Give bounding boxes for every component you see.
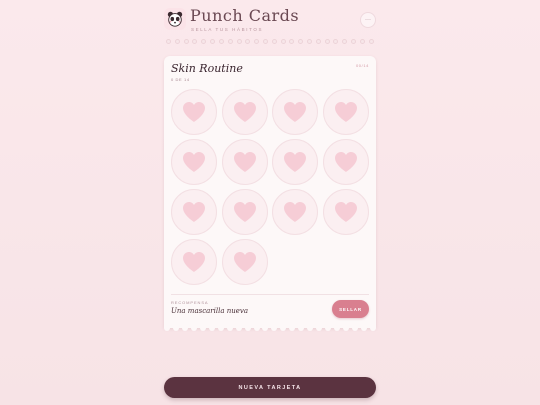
card-stamp-count: 0 DE 14 xyxy=(171,77,190,82)
decorative-dot xyxy=(210,39,216,44)
heart-icon xyxy=(334,152,357,172)
app-header: Punch Cards SELLA TUS HÁBITOS ··· xyxy=(164,6,376,38)
decorative-dot xyxy=(271,39,277,44)
stamp-slot[interactable] xyxy=(221,239,268,285)
scallop-bump xyxy=(360,327,367,331)
stamp-slot[interactable] xyxy=(322,139,369,185)
stamp-button[interactable]: SELLAR xyxy=(332,300,369,318)
new-card-button[interactable]: NUEVA TARJETA xyxy=(164,377,376,398)
decorative-dot xyxy=(333,39,339,44)
stamp-slot[interactable] xyxy=(171,89,217,135)
decorative-dot xyxy=(227,39,233,44)
stamp-grid xyxy=(171,89,369,285)
heart-icon xyxy=(183,252,205,272)
decorative-dot xyxy=(245,39,251,44)
heart-icon xyxy=(233,152,256,172)
heart-icon xyxy=(284,202,306,222)
stamp-slot[interactable] xyxy=(272,189,318,235)
scallop-bump xyxy=(271,327,278,331)
scallop-bump xyxy=(235,327,242,331)
stamp-slot[interactable] xyxy=(272,89,318,135)
app-subtitle: SELLA TUS HÁBITOS xyxy=(191,27,264,32)
decorative-dot xyxy=(262,39,268,44)
scallop-bump xyxy=(172,327,179,331)
heart-icon xyxy=(233,102,256,122)
stamp-slot[interactable] xyxy=(171,239,217,285)
decorative-dot xyxy=(183,39,189,44)
scallop-bump xyxy=(164,327,170,331)
stamp-slot[interactable] xyxy=(322,89,369,135)
scallop-bump xyxy=(316,327,323,331)
stamp-slot[interactable] xyxy=(221,139,268,185)
decorative-dot xyxy=(192,39,198,44)
reward-label: RECOMPENSA xyxy=(171,300,209,305)
decorative-dot xyxy=(351,39,357,44)
decorative-dot xyxy=(201,39,207,44)
heart-icon xyxy=(233,202,256,222)
scallop-bump xyxy=(253,327,260,331)
more-menu-button[interactable]: ··· xyxy=(360,12,376,28)
decorative-dot xyxy=(324,39,330,44)
app-title: Punch Cards xyxy=(190,6,300,25)
heart-icon xyxy=(334,202,357,222)
punch-card: Skin Routine 0 DE 14 00/14 RECOMPENSA Un… xyxy=(164,56,376,331)
decorative-dot xyxy=(359,39,365,44)
stamp-slot[interactable] xyxy=(221,89,268,135)
decorative-dot xyxy=(166,39,171,44)
heart-icon xyxy=(183,152,205,172)
scallop-bump xyxy=(262,327,269,331)
stamp-slot[interactable] xyxy=(272,139,318,185)
scallop-bump xyxy=(334,327,341,331)
heart-icon xyxy=(284,102,306,122)
card-scalloped-edge xyxy=(164,327,376,332)
scallop-bump xyxy=(298,327,305,331)
heart-icon xyxy=(284,152,306,172)
decorative-dot xyxy=(289,39,295,44)
stamp-slot[interactable] xyxy=(322,189,369,235)
scallop-bump xyxy=(244,327,251,331)
heart-icon xyxy=(183,202,205,222)
decorative-dot xyxy=(342,39,348,44)
panda-icon xyxy=(164,8,186,30)
heart-icon xyxy=(183,102,205,122)
decorative-dot xyxy=(368,39,374,44)
heart-icon xyxy=(233,252,256,272)
scallop-bump xyxy=(190,327,197,331)
decorative-dot xyxy=(174,39,180,44)
scallop-bump xyxy=(289,327,296,331)
heart-icon xyxy=(334,102,357,122)
decorative-dot xyxy=(236,39,242,44)
stamp-slot[interactable] xyxy=(221,189,268,235)
decorative-dot xyxy=(254,39,260,44)
reward-value: Una mascarilla nueva xyxy=(171,307,249,315)
scallop-bump xyxy=(369,327,376,331)
scallop-bump xyxy=(208,327,215,331)
decorative-dot xyxy=(307,39,312,44)
scallop-bump xyxy=(226,327,233,331)
card-progress: 00/14 xyxy=(355,63,369,68)
decorative-dot-row xyxy=(166,39,374,45)
decorative-dot xyxy=(218,39,224,44)
decorative-dot xyxy=(280,39,286,44)
card-title: Skin Routine xyxy=(171,62,243,75)
stamp-slot[interactable] xyxy=(171,189,217,235)
card-divider xyxy=(171,294,369,295)
scallop-bump xyxy=(199,327,206,331)
scallop-bump xyxy=(217,327,224,331)
decorative-dot xyxy=(298,39,304,44)
decorative-dot xyxy=(315,39,321,44)
stamp-slot[interactable] xyxy=(171,139,217,185)
scallop-bump xyxy=(307,327,314,331)
scallop-bump xyxy=(181,327,188,331)
scallop-bump xyxy=(352,327,359,331)
scallop-bump xyxy=(343,327,350,331)
scallop-bump xyxy=(325,327,332,331)
scallop-bump xyxy=(280,327,287,331)
